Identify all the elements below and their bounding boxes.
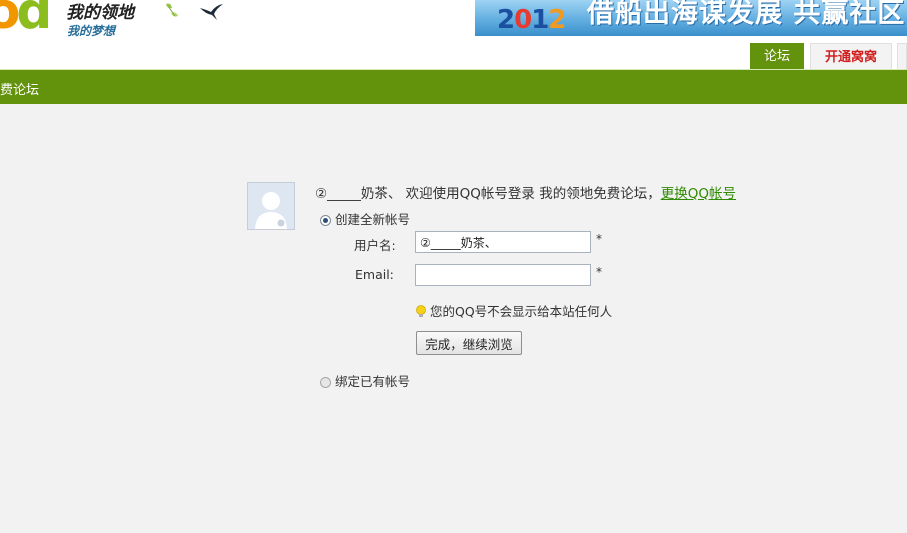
bind-account-radio[interactable] — [320, 377, 331, 388]
change-qq-link[interactable]: 更换QQ帐号 — [661, 186, 736, 202]
welcome-message: ②_____奶茶、 欢迎使用QQ帐号登录 我的领地免费论坛，更换QQ帐号 — [315, 182, 736, 202]
promo-banner[interactable]: 2012 借船出海谋发展 共赢社区 — [475, 0, 907, 36]
email-input[interactable] — [415, 264, 591, 286]
privacy-hint: 您的QQ号不会显示给本站任何人 — [415, 301, 612, 320]
option-create-account[interactable]: 创建全新帐号 — [320, 209, 410, 228]
option-bind-account[interactable]: 绑定已有帐号 — [320, 371, 410, 390]
logo-slogan: 我的梦想 — [67, 24, 116, 38]
avatar — [247, 182, 295, 230]
bind-account-label: 绑定已有帐号 — [335, 374, 411, 389]
tab-more[interactable] — [897, 43, 907, 69]
site-logo[interactable]: od — [0, 0, 52, 36]
leaf-icon — [166, 3, 178, 17]
finish-continue-button[interactable]: 完成，继续浏览 — [416, 331, 522, 355]
create-account-radio[interactable] — [320, 215, 331, 226]
email-required-mark: * — [596, 265, 602, 279]
privacy-hint-text: 您的QQ号不会显示给本站任何人 — [430, 304, 613, 319]
banner-slogan: 借船出海谋发展 共赢社区 — [587, 0, 906, 29]
swallow-icon — [200, 4, 223, 20]
lightbulb-icon — [416, 305, 426, 317]
tab-open-wowo[interactable]: 开通窝窝 — [810, 43, 892, 69]
username-required-mark: * — [596, 232, 602, 246]
create-account-label: 创建全新帐号 — [335, 212, 411, 227]
username-input[interactable] — [415, 231, 591, 253]
welcome-text: 欢迎使用QQ帐号登录 我的领地免费论坛， — [401, 186, 661, 202]
site-header: od 我的领地 我的梦想 2012 借船出海谋发展 共赢社区 论坛 开通窝窝 — [0, 0, 907, 69]
qq-username: ②_____奶茶、 — [315, 186, 402, 202]
qq-login-panel: ②_____奶茶、 欢迎使用QQ帐号登录 我的领地免费论坛，更换QQ帐号 创建全… — [0, 104, 907, 533]
nav-bar: 费论坛 — [0, 69, 907, 104]
username-label: 用户名: — [354, 238, 396, 253]
banner-year: 2012 — [497, 5, 566, 35]
breadcrumb[interactable]: 费论坛 — [0, 79, 39, 98]
tab-forum[interactable]: 论坛 — [750, 43, 804, 69]
default-avatar-icon — [248, 183, 294, 229]
logo-name[interactable]: 我的领地 — [66, 0, 134, 23]
email-label: Email: — [355, 267, 394, 282]
